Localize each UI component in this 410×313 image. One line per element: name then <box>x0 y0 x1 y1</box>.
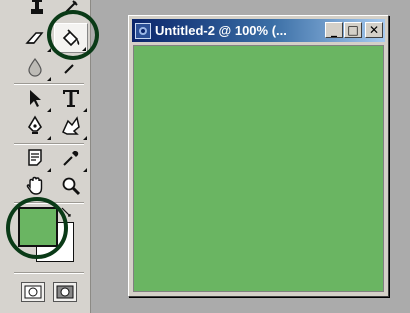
shape-icon <box>62 116 80 135</box>
type-tool[interactable] <box>54 83 88 113</box>
type-icon <box>63 90 79 107</box>
water-drop-icon <box>28 57 42 77</box>
dodge-icon <box>64 64 74 74</box>
zoom-tool[interactable] <box>54 171 88 201</box>
eraser-icon <box>25 32 44 44</box>
standard-mode-button[interactable] <box>21 282 45 302</box>
note-icon <box>28 149 42 166</box>
hand-icon <box>26 176 43 195</box>
tool-row-4 <box>14 111 88 143</box>
arrow-pointer-icon <box>30 90 41 107</box>
blur-tool[interactable] <box>18 52 52 82</box>
document-title: Untitled-2 @ 100% (... <box>155 23 287 38</box>
submenu-indicator-icon <box>47 136 51 140</box>
photoshop-document-icon[interactable] <box>135 22 151 39</box>
pen-tool[interactable] <box>18 111 52 141</box>
magnifier-icon <box>62 177 81 196</box>
maximize-icon: □ <box>347 23 359 37</box>
path-selection-tool[interactable] <box>18 83 52 113</box>
eyedropper-icon <box>63 151 79 166</box>
window-controls: _ □ ✕ <box>324 22 383 38</box>
custom-shape-tool[interactable] <box>54 111 88 141</box>
maximize-button[interactable]: □ <box>344 22 362 38</box>
stamp-tool[interactable] <box>20 0 54 22</box>
minimize-icon: _ <box>331 23 337 37</box>
quick-mask-icon <box>56 285 74 299</box>
toolbox-separator <box>14 272 84 274</box>
standard-mode-icon <box>24 285 42 299</box>
document-canvas[interactable] <box>133 45 384 292</box>
document-window: Untitled-2 @ 100% (... _ □ ✕ <box>128 15 389 297</box>
close-button[interactable]: ✕ <box>365 22 383 38</box>
submenu-indicator-icon <box>83 136 87 140</box>
eye-icon <box>139 26 147 35</box>
submenu-indicator-icon <box>47 77 51 81</box>
stamp-icon <box>31 0 43 14</box>
highlight-ring-color-swatches <box>6 197 68 259</box>
eyedropper-tool[interactable] <box>54 143 88 173</box>
notes-tool[interactable] <box>18 143 52 173</box>
close-icon: ✕ <box>368 23 380 37</box>
pen-nib-icon <box>27 115 43 134</box>
document-titlebar[interactable]: Untitled-2 @ 100% (... _ □ ✕ <box>132 19 385 42</box>
dodge-tool[interactable] <box>54 52 88 82</box>
toolbox-panel <box>0 0 99 313</box>
minimize-button[interactable]: _ <box>325 22 343 38</box>
tool-row-2 <box>14 52 88 84</box>
quick-mask-mode-button[interactable] <box>53 282 77 302</box>
